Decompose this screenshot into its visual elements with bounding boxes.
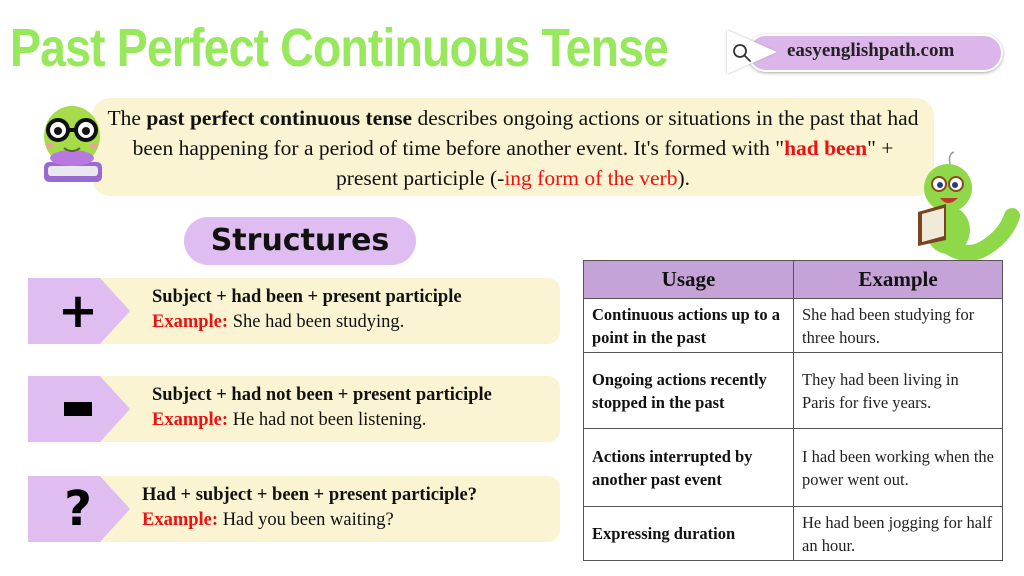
usage-cell: Actions interrupted by another past even… bbox=[583, 428, 794, 507]
intro-ing-form: ing form of the verb bbox=[504, 166, 678, 190]
intro-text: The past perfect continuous tense descri… bbox=[100, 103, 926, 193]
example-cell: I had been working when the power went o… bbox=[793, 428, 1003, 507]
column-header-usage: Usage bbox=[583, 260, 794, 299]
example-cell: He had been jogging for half an hour. bbox=[793, 506, 1003, 561]
example-cell: They had been living in Paris for five y… bbox=[793, 352, 1003, 429]
structure-affirmative: + Subject + had been + present participl… bbox=[28, 278, 560, 344]
usage-table: Usage Example Continuous actions up to a… bbox=[583, 260, 1003, 561]
example-text: Had you been waiting? bbox=[218, 510, 394, 530]
example-label: Example: bbox=[152, 312, 229, 332]
table-row: Actions interrupted by another past even… bbox=[583, 428, 1003, 507]
structure-formula: Subject + had not been + present partici… bbox=[152, 385, 492, 405]
structure-negative: Subject + had not been + present partici… bbox=[28, 376, 560, 442]
structure-example: Example: Had you been waiting? bbox=[142, 510, 394, 531]
example-text: She had been studying. bbox=[228, 312, 405, 332]
table-row: Continuous actions up to a point in the … bbox=[583, 298, 1003, 353]
table-row: Ongoing actions recently stopped in the … bbox=[583, 352, 1003, 429]
intro-part: ). bbox=[677, 166, 691, 190]
structure-formula: Had + subject + been + present participl… bbox=[142, 485, 477, 505]
structures-heading: Structures bbox=[210, 223, 390, 258]
example-cell: She had been studying for three hours. bbox=[793, 298, 1003, 353]
minus-icon bbox=[48, 376, 108, 442]
usage-cell: Continuous actions up to a point in the … bbox=[583, 298, 794, 353]
site-url[interactable]: easyenglishpath.com bbox=[787, 40, 954, 62]
example-label: Example: bbox=[142, 510, 219, 530]
intro-formula: had been bbox=[784, 136, 868, 160]
site-badge[interactable]: easyenglishpath.com bbox=[727, 30, 1003, 74]
search-icon bbox=[733, 44, 751, 62]
usage-cell: Ongoing actions recently stopped in the … bbox=[583, 352, 794, 429]
usage-cell: Expressing duration bbox=[583, 506, 794, 561]
bookworm-reading-icon bbox=[918, 151, 1020, 261]
example-label: Example: bbox=[152, 410, 229, 430]
example-text: He had not been listening. bbox=[228, 410, 427, 430]
table-header-row: Usage Example bbox=[583, 260, 1003, 299]
question-icon: ? bbox=[64, 481, 92, 537]
structure-question: ? Had + subject + been + present partici… bbox=[28, 476, 560, 542]
bookworm-glasses-icon bbox=[44, 106, 102, 182]
table-row: Expressing duration He had been jogging … bbox=[583, 506, 1003, 561]
column-header-example: Example bbox=[793, 260, 1003, 299]
page-title: Past Perfect Continuous Tense bbox=[10, 18, 669, 78]
intro-term: past perfect continuous tense bbox=[146, 106, 413, 130]
structure-example: Example: He had not been listening. bbox=[152, 410, 426, 431]
structure-example: Example: She had been studying. bbox=[152, 312, 404, 333]
structure-formula: Subject + had been + present participle bbox=[152, 287, 462, 307]
plus-icon: + bbox=[57, 283, 99, 339]
intro-part: The bbox=[107, 106, 147, 130]
